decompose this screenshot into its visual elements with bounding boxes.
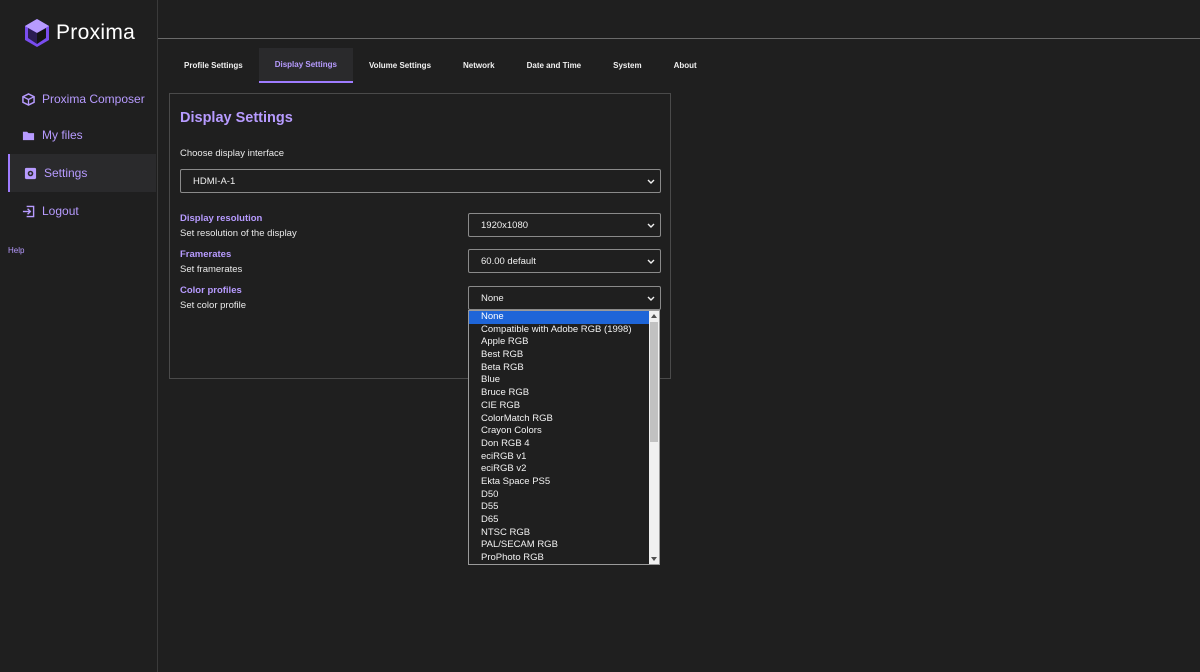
tab-display-settings[interactable]: Display Settings — [258, 48, 353, 83]
chevron-down-icon — [647, 179, 655, 184]
chevron-down-icon — [647, 259, 655, 264]
dropdown-option[interactable]: PAL/SECAM RGB — [469, 539, 650, 552]
sidebar-item-label: My files — [42, 128, 83, 142]
color-profiles-select[interactable]: None — [468, 286, 661, 310]
dropdown-option[interactable]: CIE RGB — [469, 400, 650, 413]
dropdown-option[interactable]: Best RGB — [469, 349, 650, 362]
display-interface-value: HDMI-A-1 — [193, 175, 236, 187]
framerates-select[interactable]: 60.00 default — [468, 249, 661, 273]
settings-tabs: Profile Settings Display Settings Volume… — [168, 48, 713, 83]
display-resolution-description: Set resolution of the display — [180, 228, 297, 239]
dropdown-option[interactable]: D50 — [469, 489, 650, 502]
dropdown-option[interactable]: Crayon Colors — [469, 425, 650, 438]
scroll-up-arrow-icon[interactable] — [649, 311, 659, 321]
dropdown-option[interactable]: Ekta Space PS5 — [469, 476, 650, 489]
app-name: Proxima — [56, 21, 136, 44]
chevron-down-icon — [647, 296, 655, 301]
tab-date-and-time[interactable]: Date and Time — [511, 48, 598, 83]
tab-about[interactable]: About — [658, 48, 713, 83]
framerates-value: 60.00 default — [481, 255, 536, 267]
dropdown-option[interactable]: Beta RGB — [469, 362, 650, 375]
display-resolution-select[interactable]: 1920x1080 — [468, 213, 661, 237]
dropdown-option[interactable]: Blue — [469, 374, 650, 387]
display-resolution-value: 1920x1080 — [481, 219, 529, 231]
dropdown-option[interactable]: ColorMatch RGB — [469, 413, 650, 426]
chevron-down-icon — [647, 223, 655, 228]
scrollbar-thumb[interactable] — [650, 322, 658, 442]
display-interface-label: Choose display interface — [180, 148, 285, 159]
top-bar — [158, 0, 1200, 39]
display-interface-select[interactable]: HDMI-A-1 — [180, 169, 661, 193]
dropdown-option[interactable]: NTSC RGB — [469, 527, 650, 540]
dropdown-option[interactable]: Compatible with Adobe RGB (1998) — [469, 324, 650, 337]
display-resolution-label: Display resolution — [180, 213, 263, 224]
logout-icon — [22, 205, 35, 217]
dropdown-option[interactable]: Apple RGB — [469, 336, 650, 349]
sidebar-item-proxima-composer[interactable]: Proxima Composer — [0, 80, 145, 118]
tab-profile-settings[interactable]: Profile Settings — [168, 48, 259, 83]
color-profiles-dropdown[interactable]: None Compatible with Adobe RGB (1998) Ap… — [468, 310, 660, 565]
color-profiles-description: Set color profile — [180, 300, 247, 311]
sidebar: Proxima Proxima Composer My files Settin… — [0, 0, 158, 672]
dropdown-option[interactable]: ProPhoto RGB — [469, 552, 650, 564]
page-title: Display Settings — [180, 110, 293, 126]
folder-icon — [22, 131, 35, 140]
sidebar-item-label: Settings — [44, 166, 88, 180]
settings-icon — [24, 167, 37, 179]
tab-volume-settings[interactable]: Volume Settings — [353, 48, 447, 83]
color-profiles-label: Color profiles — [180, 285, 242, 296]
tab-network[interactable]: Network — [447, 48, 511, 83]
sidebar-item-label: Logout — [42, 204, 79, 218]
color-profiles-options: None Compatible with Adobe RGB (1998) Ap… — [469, 311, 650, 564]
dropdown-option[interactable]: Don RGB 4 — [469, 438, 650, 451]
dropdown-option[interactable]: D55 — [469, 501, 650, 514]
sidebar-item-settings[interactable]: Settings — [8, 154, 156, 192]
dropdown-scrollbar[interactable] — [649, 311, 659, 564]
framerates-description: Set framerates — [180, 264, 243, 275]
sidebar-item-my-files[interactable]: My files — [0, 116, 83, 154]
dropdown-option[interactable]: Bruce RGB — [469, 387, 650, 400]
proxima-logo-icon — [25, 19, 49, 47]
dropdown-option[interactable]: eciRGB v2 — [469, 463, 650, 476]
tab-system[interactable]: System — [597, 48, 657, 83]
sidebar-item-label: Proxima Composer — [42, 92, 145, 106]
dropdown-option[interactable]: D65 — [469, 514, 650, 527]
color-profiles-value: None — [481, 292, 504, 304]
app-logo[interactable]: Proxima — [24, 18, 135, 48]
dropdown-option[interactable]: eciRGB v1 — [469, 451, 650, 464]
help-link[interactable]: Help — [8, 246, 24, 255]
dropdown-option[interactable]: None — [469, 311, 650, 324]
sidebar-item-logout[interactable]: Logout — [0, 192, 79, 230]
cube-icon — [22, 92, 35, 106]
scroll-down-arrow-icon[interactable] — [649, 554, 659, 564]
framerates-label: Framerates — [180, 249, 232, 260]
